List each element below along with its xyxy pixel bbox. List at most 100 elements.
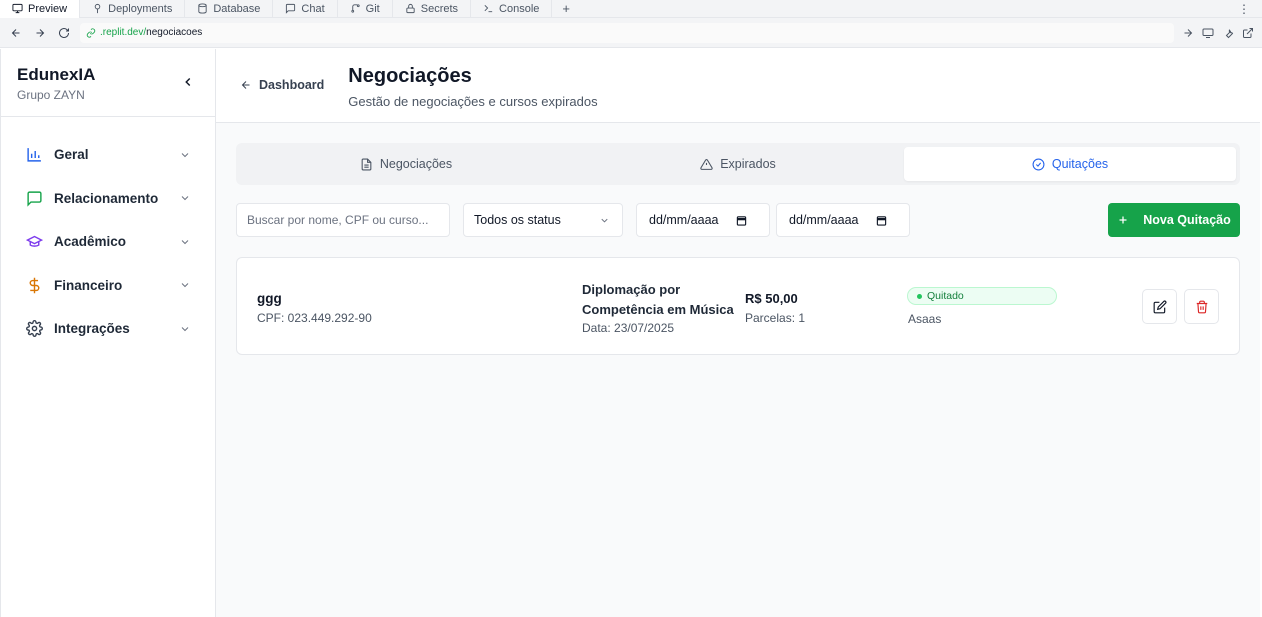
tab-label: Deployments: [108, 2, 173, 15]
url-path: negociacoes: [146, 27, 203, 38]
url-domain: .replit.dev/: [100, 27, 147, 38]
section-tabs: Negociações Expirados Quitações: [236, 143, 1240, 185]
tab-deployments[interactable]: Deployments: [80, 0, 186, 18]
tab-label: Console: [499, 2, 540, 15]
database-icon: [198, 3, 207, 14]
chevron-down-icon: [601, 218, 608, 223]
tab-label: Secrets: [420, 2, 459, 15]
terminal-icon: [484, 4, 493, 13]
sidebar-item-geral[interactable]: Geral: [1, 133, 215, 177]
git-icon: [351, 4, 360, 13]
new-quitacao-button[interactable]: Nova Quitação: [1108, 203, 1240, 237]
app-root: EdunexIA Grupo ZAYN Geral Relacionamento…: [0, 49, 1260, 617]
page-header: Dashboard Negociações Gestão de negociaç…: [216, 49, 1260, 123]
tab-label: Chat: [301, 2, 325, 15]
plus-icon: [1119, 216, 1127, 224]
tab-label: Expirados: [720, 157, 776, 171]
replit-tab-bar: Preview Deployments Database Chat Git Se…: [0, 0, 1262, 18]
status-label: Quitado: [927, 290, 964, 302]
tab-chat[interactable]: Chat: [273, 0, 338, 18]
collapse-sidebar-icon[interactable]: [181, 75, 195, 89]
date-from-input[interactable]: dd/mm/aaaa: [636, 203, 770, 237]
gear-icon: [26, 320, 43, 338]
date-to-input[interactable]: dd/mm/aaaa: [776, 203, 910, 237]
sidebar-item-label: Financeiro: [54, 277, 123, 293]
delete-button[interactable]: [1184, 289, 1219, 324]
record-date: Data: 23/07/2025: [582, 321, 675, 335]
sidebar-item-financeiro[interactable]: Financeiro: [1, 264, 215, 308]
back-link-label: Dashboard: [259, 78, 325, 92]
sidebar-item-relacionamento[interactable]: Relacionamento: [1, 177, 215, 221]
sidebar-item-academico[interactable]: Acadêmico: [1, 220, 215, 264]
date-to-placeholder: dd/mm/aaaa: [789, 213, 859, 227]
sidebar-item-label: Integrações: [54, 321, 130, 337]
message-square-icon: [26, 190, 43, 207]
tab-expirados[interactable]: Expirados: [572, 147, 904, 181]
url-bar: .replit.dev/negociacoes: [0, 18, 1262, 48]
tab-label: Preview: [28, 2, 68, 15]
sidebar-item-label: Acadêmico: [54, 234, 127, 250]
tab-negociacoes[interactable]: Negociações: [240, 147, 572, 181]
tab-label: Git: [365, 2, 380, 15]
tab-database[interactable]: Database: [185, 0, 274, 18]
more-options-icon[interactable]: ⋮: [1238, 2, 1262, 16]
search-input[interactable]: [236, 203, 450, 237]
sidebar: EdunexIA Grupo ZAYN Geral Relacionamento…: [1, 49, 216, 617]
date-from-placeholder: dd/mm/aaaa: [649, 213, 719, 227]
reload-icon[interactable]: [56, 25, 72, 41]
monitor-icon: [12, 3, 23, 14]
main-content: Dashboard Negociações Gestão de negociaç…: [216, 49, 1260, 617]
sidebar-nav: Geral Relacionamento Acadêmico Financeir…: [1, 117, 215, 351]
edit-icon: [1153, 300, 1166, 313]
chevron-down-icon: [181, 326, 189, 331]
chevron-down-icon: [181, 283, 189, 288]
alert-triangle-icon: [700, 158, 713, 170]
sidebar-item-label: Geral: [54, 147, 89, 163]
wrench-icon[interactable]: [1222, 27, 1234, 39]
lock-icon: [406, 3, 415, 14]
brand: EdunexIA Grupo ZAYN: [1, 49, 215, 117]
tab-label: Quitações: [1051, 157, 1109, 171]
brand-title: EdunexIA: [17, 65, 96, 84]
status-select[interactable]: Todos os status: [463, 203, 623, 237]
tab-label: Database: [213, 2, 261, 15]
devices-icon[interactable]: [1202, 27, 1214, 39]
url-field[interactable]: .replit.dev/negociacoes: [80, 22, 1174, 43]
page-heading: Negociações Gestão de negociações e curs…: [348, 65, 597, 109]
new-quitacao-label: Nova Quitação: [1143, 213, 1231, 227]
student-cpf: CPF: 023.449.292-90: [257, 311, 372, 325]
tab-console[interactable]: Console: [471, 0, 553, 18]
new-tab-button[interactable]: +: [552, 1, 580, 16]
calendar-icon[interactable]: [736, 215, 747, 226]
back-arrow-icon[interactable]: [8, 25, 24, 41]
page-subtitle: Gestão de negociações e cursos expirados: [348, 94, 598, 109]
student-name: ggg: [257, 291, 282, 306]
back-to-dashboard-link[interactable]: Dashboard: [240, 78, 324, 92]
filters-bar: Todos os status dd/mm/aaaa dd/mm/aaaa No…: [236, 203, 1240, 237]
sidebar-item-integracoes[interactable]: Integrações: [1, 307, 215, 351]
link-icon: [86, 27, 96, 38]
check-circle-icon: [1032, 158, 1045, 170]
installments: Parcelas: 1: [745, 311, 806, 325]
trash-icon: [1196, 300, 1207, 313]
chat-icon: [286, 3, 296, 14]
status-badge: Quitado: [907, 287, 1057, 305]
edit-button[interactable]: [1142, 289, 1177, 324]
status-select-value: Todos os status: [474, 213, 561, 227]
dollar-icon: [26, 277, 43, 294]
chevron-down-icon: [181, 196, 189, 201]
url-actions: [1182, 27, 1254, 39]
tab-quitacoes[interactable]: Quitações: [904, 147, 1236, 181]
forward-arrow-icon[interactable]: [32, 25, 48, 41]
tab-preview[interactable]: Preview: [0, 0, 81, 18]
open-arrow-icon[interactable]: [1182, 27, 1194, 39]
amount: R$ 50,00: [745, 291, 798, 306]
external-link-icon[interactable]: [1242, 27, 1254, 39]
tab-secrets[interactable]: Secrets: [393, 0, 472, 18]
course-name: Diplomação por Competência em Música: [582, 282, 734, 317]
graduation-cap-icon: [26, 233, 43, 250]
status-dot-icon: [917, 293, 922, 299]
calendar-icon[interactable]: [876, 215, 887, 226]
tab-git[interactable]: Git: [338, 0, 393, 18]
brand-subtitle: Grupo ZAYN: [17, 88, 85, 102]
